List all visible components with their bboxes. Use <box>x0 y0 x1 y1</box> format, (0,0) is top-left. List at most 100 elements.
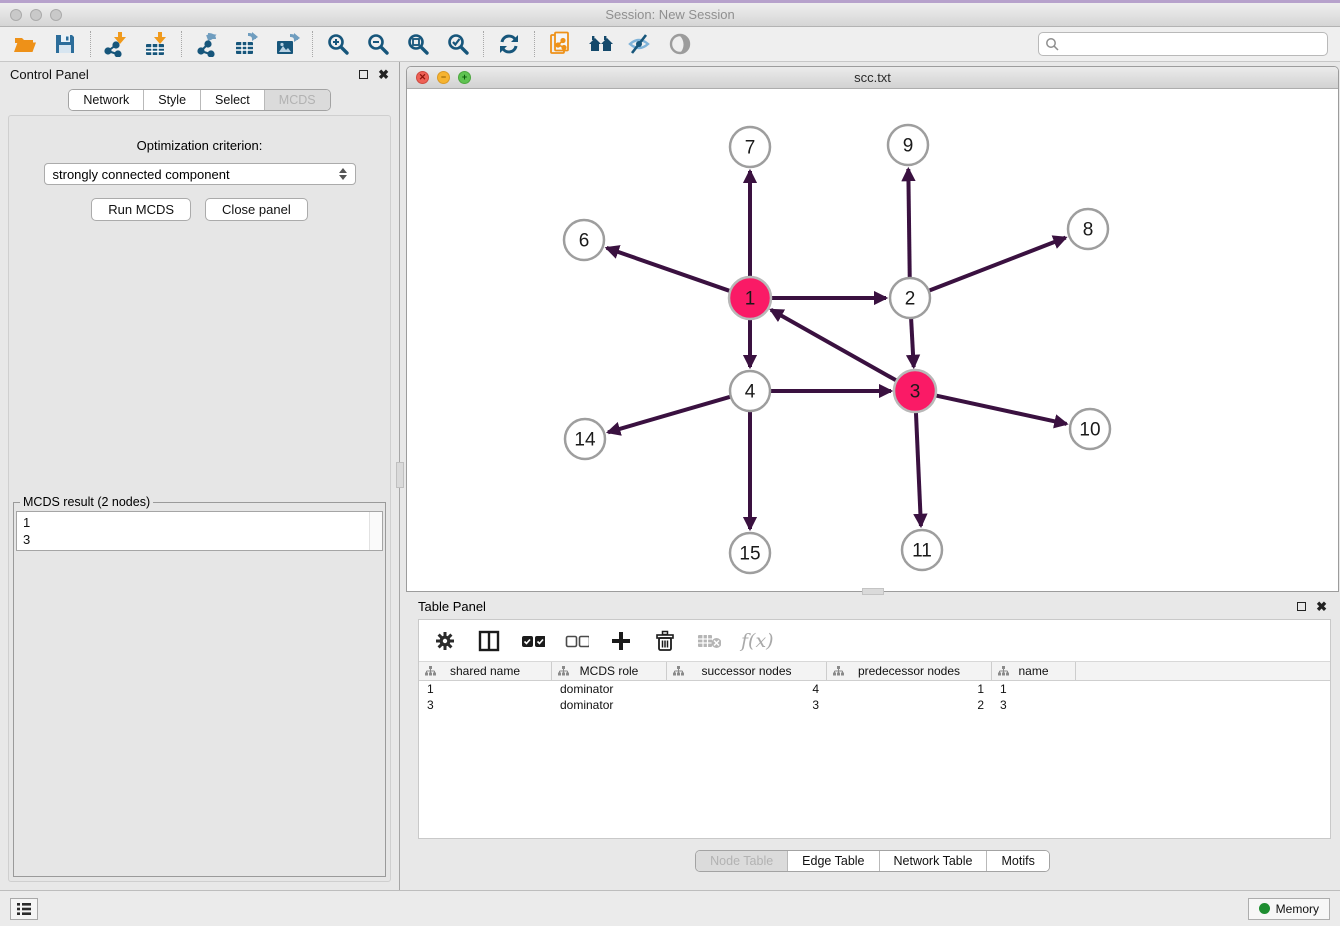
tab-network-table[interactable]: Network Table <box>880 851 988 871</box>
app-title: Session: New Session <box>0 7 1340 22</box>
network-canvas[interactable]: 7 9 6 8 1 2 4 3 14 10 15 11 <box>407 89 1338 591</box>
table-row[interactable]: 1dominator411 <box>419 681 1330 697</box>
export-image-icon[interactable] <box>274 31 300 57</box>
import-network-icon[interactable] <box>103 31 129 57</box>
graph-node-14[interactable]: 14 <box>565 419 605 459</box>
svg-text:10: 10 <box>1079 420 1100 441</box>
search-text-input[interactable] <box>1064 37 1321 51</box>
cell-MCDS-role[interactable]: dominator <box>552 697 667 713</box>
table-toolbar: f(x) <box>419 620 1330 662</box>
cell-shared-name[interactable]: 1 <box>419 681 552 697</box>
table-row[interactable]: 3dominator323 <box>419 697 1330 713</box>
export-network-icon[interactable] <box>194 31 220 57</box>
import-table-icon[interactable] <box>143 31 169 57</box>
save-session-icon[interactable] <box>52 31 78 57</box>
graph-node-6[interactable]: 6 <box>564 220 604 260</box>
cell-successor-nodes[interactable]: 4 <box>667 681 827 697</box>
float-table-panel-icon[interactable] <box>1297 602 1306 611</box>
tab-network[interactable]: Network <box>69 90 144 110</box>
dropdown-stepper-icon <box>339 168 347 180</box>
show-hidden-icon[interactable] <box>667 31 693 57</box>
tab-motifs[interactable]: Motifs <box>987 851 1048 871</box>
tab-select[interactable]: Select <box>201 90 265 110</box>
cell-shared-name[interactable]: 3 <box>419 697 552 713</box>
app-titlebar: Session: New Session <box>0 3 1340 27</box>
table-panel: Table Panel ✖ <box>406 594 1339 890</box>
column-header-successor-nodes[interactable]: successor nodes <box>667 662 827 680</box>
edge-4-14[interactable] <box>608 396 733 432</box>
gear-icon[interactable] <box>433 629 457 653</box>
delete-column-icon[interactable] <box>653 629 677 653</box>
select-all-columns-icon[interactable] <box>521 629 545 653</box>
column-header-shared-name[interactable]: shared name <box>419 662 552 680</box>
deselect-all-columns-icon[interactable] <box>565 629 589 653</box>
open-session-icon[interactable] <box>12 31 38 57</box>
table-body: 1dominator4113dominator323 <box>419 681 1330 713</box>
show-panels-button[interactable] <box>10 898 38 920</box>
apply-function-icon: f(x) <box>741 630 774 652</box>
close-panel-icon[interactable]: ✖ <box>378 68 389 81</box>
column-header-MCDS-role[interactable]: MCDS role <box>552 662 667 680</box>
network-close-button[interactable]: ✕ <box>416 71 429 84</box>
edge-1-6[interactable] <box>607 248 733 292</box>
cell-name[interactable]: 1 <box>992 681 1076 697</box>
svg-text:14: 14 <box>574 430 596 451</box>
tab-node-table[interactable]: Node Table <box>696 851 788 871</box>
cell-name[interactable]: 3 <box>992 697 1076 713</box>
column-header-predecessor-nodes[interactable]: predecessor nodes <box>827 662 992 680</box>
graph-node-3[interactable]: 3 <box>894 370 936 412</box>
hide-selected-icon[interactable] <box>627 31 653 57</box>
zoom-fit-icon[interactable] <box>405 31 431 57</box>
graph-node-15[interactable]: 15 <box>730 533 770 573</box>
first-neighbors-icon[interactable] <box>587 31 613 57</box>
horizontal-splitter-handle[interactable] <box>862 588 884 595</box>
graph-node-4[interactable]: 4 <box>730 371 770 411</box>
add-column-icon[interactable] <box>609 629 633 653</box>
cell-predecessor-nodes[interactable]: 2 <box>827 697 992 713</box>
tab-mcds[interactable]: MCDS <box>265 90 330 110</box>
graph-node-1[interactable]: 1 <box>729 277 771 319</box>
cell-successor-nodes[interactable]: 3 <box>667 697 827 713</box>
cell-MCDS-role[interactable]: dominator <box>552 681 667 697</box>
edge-3-10[interactable] <box>933 395 1067 424</box>
column-header-name[interactable]: name <box>992 662 1076 680</box>
criterion-dropdown[interactable]: strongly connected component <box>44 163 356 185</box>
edge-2-3[interactable] <box>911 316 914 367</box>
status-bar: Memory <box>0 890 1340 926</box>
run-mcds-button[interactable]: Run MCDS <box>91 198 191 221</box>
tab-style[interactable]: Style <box>144 90 201 110</box>
search-input[interactable] <box>1038 32 1328 56</box>
zoom-selected-icon[interactable] <box>445 31 471 57</box>
result-scrollbar[interactable] <box>369 512 382 550</box>
network-window-titlebar[interactable]: ✕ − + scc.txt <box>407 67 1338 89</box>
clone-network-icon[interactable] <box>547 31 573 57</box>
graph-node-8[interactable]: 8 <box>1068 209 1108 249</box>
network-graph[interactable]: 7 9 6 8 1 2 4 3 14 10 15 11 <box>407 89 1337 591</box>
edge-3-1[interactable] <box>771 310 899 382</box>
graph-node-2[interactable]: 2 <box>890 278 930 318</box>
graph-node-7[interactable]: 7 <box>730 127 770 167</box>
network-minimize-button[interactable]: − <box>437 71 450 84</box>
tab-edge-table[interactable]: Edge Table <box>788 851 879 871</box>
edge-2-9[interactable] <box>908 169 909 280</box>
graph-node-11[interactable]: 11 <box>902 530 942 570</box>
control-panel-tabs: NetworkStyleSelectMCDS <box>0 89 399 111</box>
float-panel-icon[interactable] <box>359 70 368 79</box>
edge-2-8[interactable] <box>927 238 1066 292</box>
svg-text:3: 3 <box>910 382 921 403</box>
zoom-out-icon[interactable] <box>365 31 391 57</box>
network-maximize-button[interactable]: + <box>458 71 471 84</box>
zoom-in-icon[interactable] <box>325 31 351 57</box>
table-header-row[interactable]: shared nameMCDS rolesuccessor nodesprede… <box>419 662 1330 681</box>
split-columns-icon[interactable] <box>477 629 501 653</box>
memory-button[interactable]: Memory <box>1248 898 1330 920</box>
cell-predecessor-nodes[interactable]: 1 <box>827 681 992 697</box>
vertical-splitter-handle[interactable] <box>396 462 404 488</box>
graph-node-9[interactable]: 9 <box>888 125 928 165</box>
refresh-layout-icon[interactable] <box>496 31 522 57</box>
close-table-panel-icon[interactable]: ✖ <box>1316 600 1327 613</box>
export-table-icon[interactable] <box>234 31 260 57</box>
edge-3-11[interactable] <box>916 409 921 526</box>
graph-node-10[interactable]: 10 <box>1070 409 1110 449</box>
close-panel-button[interactable]: Close panel <box>205 198 308 221</box>
